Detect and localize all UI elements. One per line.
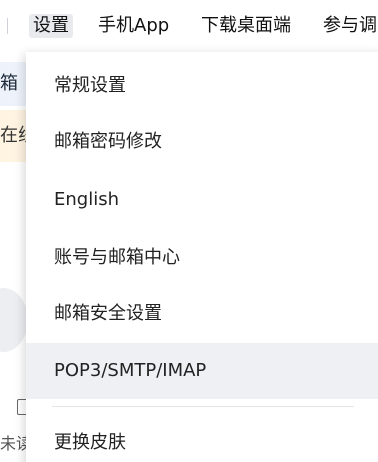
background-unread-fragment: 未读: [0, 433, 26, 455]
avatar: [0, 288, 28, 352]
menu-item-english[interactable]: English: [26, 172, 378, 228]
background-tab-text: 箱: [0, 73, 18, 94]
top-nav-bar: 设置 手机App 下载桌面端 参与调: [0, 0, 378, 52]
background-banner-fragment: 在线解: [0, 110, 26, 162]
background-tab-fragment: 箱: [0, 62, 26, 106]
settings-dropdown-menu: 常规设置 邮箱密码修改 English 账号与邮箱中心 邮箱安全设置 POP3/…: [26, 52, 378, 462]
nav-download-desktop[interactable]: 下载桌面端: [201, 14, 291, 38]
menu-item-account-center[interactable]: 账号与邮箱中心: [26, 230, 378, 286]
menu-item-change-password[interactable]: 邮箱密码修改: [26, 114, 378, 170]
page: 设置 手机App 下载桌面端 参与调 箱 在线解 未读 常规设置 邮箱密码修改 …: [0, 0, 378, 462]
background-banner-text: 在线解: [0, 125, 26, 146]
menu-item-pop3-smtp-imap[interactable]: POP3/SMTP/IMAP: [26, 343, 378, 399]
menu-item-general-settings[interactable]: 常规设置: [26, 58, 378, 114]
nav-mobile-app[interactable]: 手机App: [98, 14, 169, 38]
background-unread-text: 未读: [0, 434, 26, 453]
nav-settings[interactable]: 设置: [29, 14, 73, 38]
menu-item-change-skin[interactable]: 更换皮肤: [26, 415, 378, 462]
menu-item-security-settings[interactable]: 邮箱安全设置: [26, 286, 378, 342]
nav-divider: [7, 18, 8, 34]
nav-survey[interactable]: 参与调: [323, 14, 377, 38]
menu-divider: [52, 406, 354, 407]
